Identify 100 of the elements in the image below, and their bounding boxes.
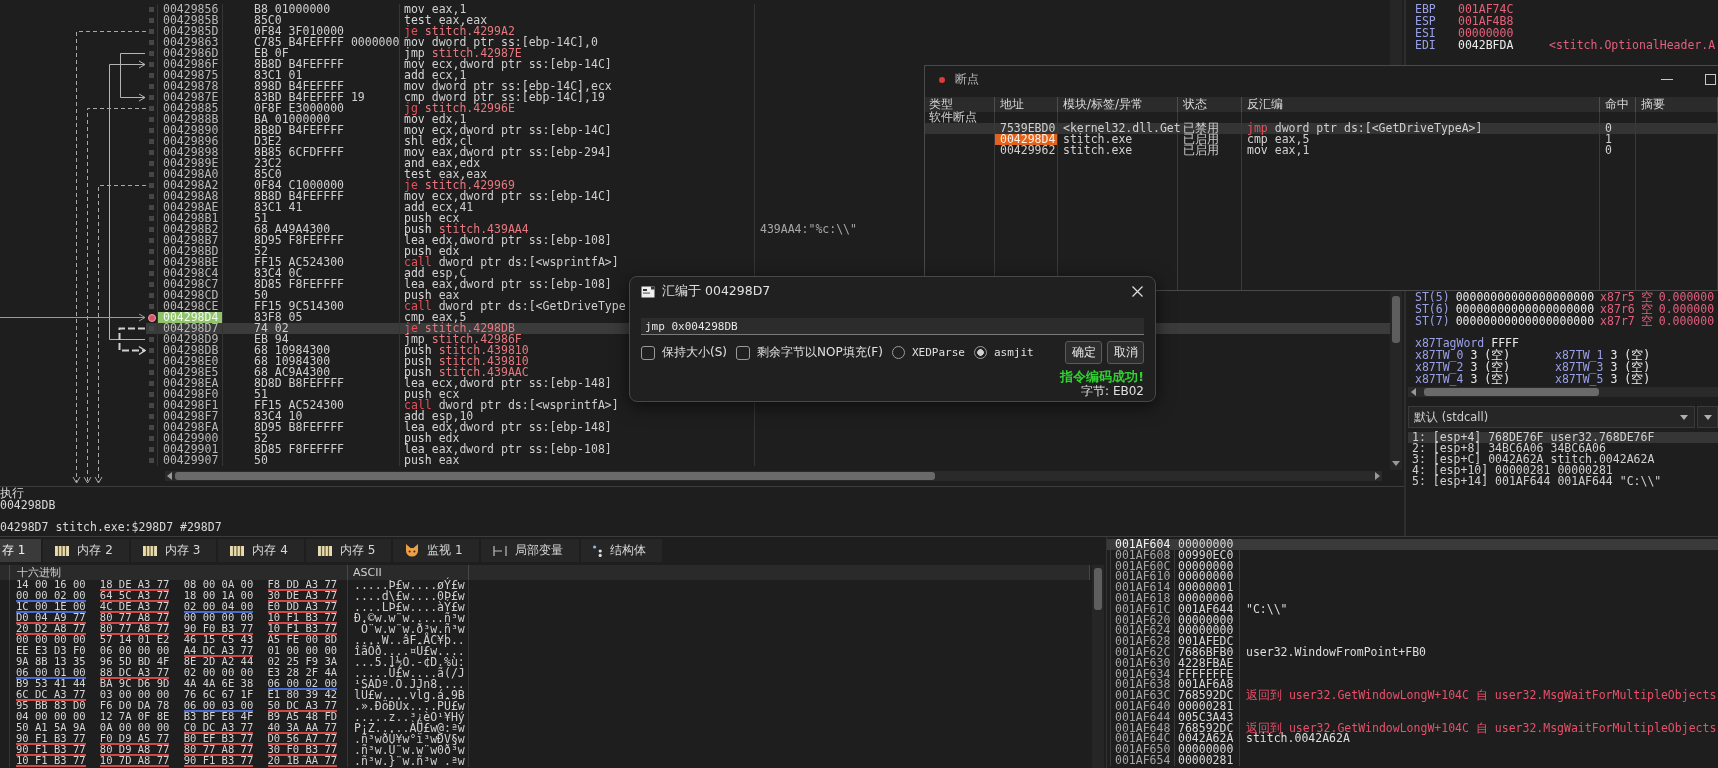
mnemonic-text: push <box>404 365 432 379</box>
address-text: 00429890 <box>158 125 223 136</box>
mnemonic-text: jmp <box>404 332 425 346</box>
operand-text: dword ptr ds:[<wsprintfA>] <box>438 255 619 269</box>
bytes-text: C785 B4FEFFFF 0000000 <box>254 35 400 49</box>
address-text: 004298DB <box>158 345 223 356</box>
register-name: x87TW_1 <box>1555 349 1604 361</box>
address-text: 004298E5 <box>158 367 223 378</box>
operand-text: ecx,dword ptr ss:[ebp-14C] <box>431 189 612 203</box>
mnemonic-text: mov <box>404 79 425 93</box>
status-text: 已启用 <box>1183 143 1219 157</box>
status-line: 04298D7 stitch.exe:$298D7 #298D7 <box>0 521 222 533</box>
address-text: 004298D4 <box>158 312 223 323</box>
status-line: 执行 <box>0 487 24 499</box>
bytes-text: 8B85 6CFDFFFF <box>254 145 344 159</box>
register-name: ESP <box>1415 15 1437 27</box>
address-text: 004298BE <box>158 257 223 268</box>
operand-text: eax,5 <box>1274 132 1310 146</box>
operand-text: eax,1 <box>1274 143 1310 157</box>
bytes-text: 83C1 41 <box>254 200 303 214</box>
bytes-text: BA 01000000 <box>254 112 331 126</box>
bytes-text: 83F8 05 <box>254 310 303 324</box>
bytes-text: 898D B4FEFFFF <box>254 79 344 93</box>
bytes-text: 8D95 B8FEFFFF <box>254 420 344 434</box>
value-text: 00000000 <box>1178 537 1234 551</box>
mnemonic-text: push <box>404 453 432 467</box>
operand-text: esp,C <box>431 266 467 280</box>
mnemonic-text: push <box>404 211 432 225</box>
mnemonic-text: push <box>404 343 432 357</box>
register-name: x87TW_0 <box>1415 349 1464 361</box>
bytes-text: 50 <box>254 288 268 302</box>
operand-text: stitch.4299A2 <box>424 24 515 38</box>
operand-text: eax,5 <box>431 310 467 324</box>
address-text: 004298A0 <box>158 169 223 180</box>
bytes-text: FF15 AC524300 <box>254 255 344 269</box>
register-name: x87TW_3 <box>1555 361 1604 373</box>
address-text: 004298EA <box>158 378 223 389</box>
register-comment: <stitch.OptionalHeader.A <box>1549 39 1717 51</box>
bytes-text: 50 <box>254 453 268 467</box>
module-text: <kernel32.dll.Get <box>1063 121 1181 135</box>
mnemonic-text: mov <box>404 145 425 159</box>
register-name: ESI <box>1415 27 1437 39</box>
tag-text: 空 <box>1640 303 1653 315</box>
float-value-text: 0.000000 <box>1658 291 1715 303</box>
address-text: 004298A8 <box>158 191 223 202</box>
bytes-text: 85C0 <box>254 167 282 181</box>
address-text: 0042985B <box>158 15 223 26</box>
address-text: 004298D9 <box>158 334 223 345</box>
bytes-text: 68 10984300 <box>254 343 331 357</box>
mnemonic-text: and <box>404 156 425 170</box>
address-text: 004298F1 <box>158 400 223 411</box>
bytes-text: 8D85 F8FEFFFF <box>254 277 344 291</box>
address-text: 00429896 <box>158 136 223 147</box>
mnemonic-text: lea <box>404 233 425 247</box>
tag-register-text: x87r7 <box>1600 315 1635 327</box>
radio-label: asmjit <box>993 346 1034 359</box>
bytes-text: FF15 AC524300 <box>254 398 344 412</box>
status-line: 004298DB <box>0 499 56 511</box>
address-text: 004298FA <box>158 422 223 433</box>
mnemonic-text: mov <box>1247 143 1268 157</box>
operand-text: ecx,dword ptr ss:[ebp-14C] <box>431 57 612 71</box>
operand-text: ecx,dword ptr ss:[ebp-14C] <box>431 123 612 137</box>
mnemonic-text: cmp <box>404 90 425 104</box>
bytes-text: EB 94 <box>254 332 289 346</box>
bytes-text: 52 <box>254 244 268 258</box>
mnemonic-text: cmp <box>404 310 425 324</box>
tag-text: 空 <box>1640 315 1653 327</box>
mnemonic-text: lea <box>404 277 425 291</box>
address-text: 004298CD <box>158 290 223 301</box>
operand-text: eax,1 <box>431 2 467 16</box>
address-text: 0042986D <box>158 48 223 59</box>
bytes-text: 0F8F E3000000 <box>254 101 344 115</box>
bytes-text: 74 02 <box>254 321 289 335</box>
comment-text: user32.WindowFromPoint+FB0 <box>1246 644 1426 659</box>
bytes-text: 83C4 10 <box>254 409 303 423</box>
address-text: 00429901 <box>158 444 223 455</box>
tag-register-text: x87r6 <box>1600 303 1635 315</box>
operand-text: dword ptr ds:[<GetDriveType <box>438 299 626 313</box>
bytes-text: 8D85 F8FEFFFF <box>254 442 344 456</box>
register-name: x87TW_2 <box>1415 361 1464 373</box>
operand-text: esp,10 <box>431 409 474 423</box>
mnemonic-text: push <box>404 387 432 401</box>
operand-text: eax,dword ptr ss:[ebp-108] <box>431 442 612 456</box>
mnemonic-text: push <box>404 431 432 445</box>
bytes-text: 51 <box>254 387 268 401</box>
register-name: EDI <box>1415 39 1437 51</box>
bytes-text: 0F84 C1000000 <box>254 178 344 192</box>
address-text: 004298B7 <box>158 235 223 246</box>
address-text: 00429962 <box>999 145 1057 156</box>
mnemonic-text: je <box>404 321 418 335</box>
operand-text: stitch.439AA4 <box>438 222 529 236</box>
bytes-text: 68 10984300 <box>254 354 331 368</box>
bytes-text: 0F84 3F010000 <box>254 24 344 38</box>
operand-text: eax,edx <box>431 156 481 170</box>
mnemonic-text: lea <box>404 442 425 456</box>
bytes-text: 8B8D B4FEFFFF <box>254 189 344 203</box>
address-text: 004298A2 <box>158 180 223 191</box>
address-text: 00429898 <box>158 147 223 158</box>
mnemonic-text: add <box>404 200 425 214</box>
mnemonic-text: push <box>404 288 432 302</box>
